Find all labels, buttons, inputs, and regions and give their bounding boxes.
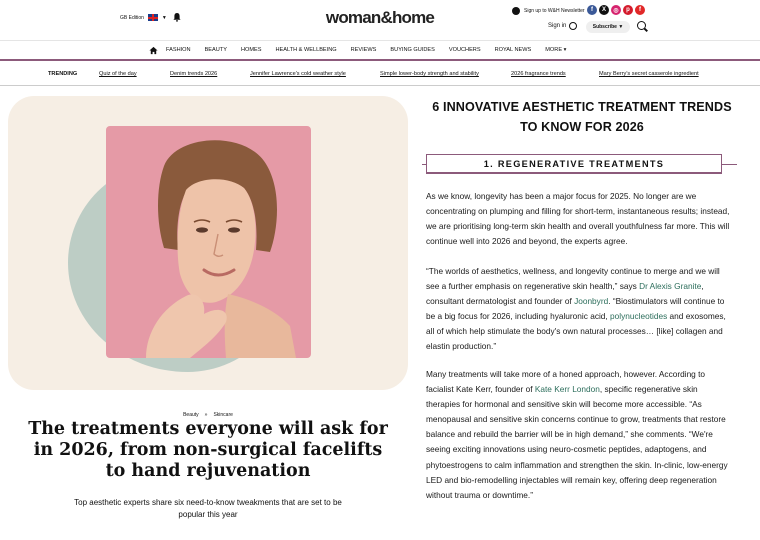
flipboard-icon[interactable]: f xyxy=(635,5,645,15)
sign-in-label: Sign in xyxy=(548,23,567,29)
chevron-down-icon: ▼ xyxy=(618,24,624,30)
trending-link[interactable]: 2026 fragrance trends xyxy=(511,71,566,77)
user-icon xyxy=(569,22,578,30)
hero-image xyxy=(8,96,408,390)
site-logo[interactable]: woman&home xyxy=(0,8,760,28)
main-nav: Fashion Beauty Homes Health & Wellbeing … xyxy=(0,40,760,61)
home-icon[interactable] xyxy=(149,46,158,55)
nav-item-reviews[interactable]: Reviews xyxy=(351,47,377,53)
article-section-title: 6 INNOVATIVE AESTHETIC TREATMENT TRENDS … xyxy=(432,100,732,134)
trending-label: TRENDING xyxy=(48,71,78,77)
search-icon[interactable] xyxy=(637,21,646,30)
article-headline: The treatments everyone will ask for in … xyxy=(28,419,388,481)
x-icon[interactable]: X xyxy=(599,5,609,15)
paragraph-3: Many treatments will take more of a hone… xyxy=(426,367,732,503)
breadcrumb: Beauty » Skincare xyxy=(0,412,416,418)
facebook-icon[interactable]: f xyxy=(587,5,597,15)
article-standfirst: Top aesthetic experts share six need-to-… xyxy=(74,498,342,519)
trending-bar: TRENDING Quiz of the day Denim trends 20… xyxy=(0,64,760,86)
nav-item-royal-news[interactable]: Royal News xyxy=(495,47,532,53)
site-header: GB Edition ▼ woman&home Sign up to W&H N… xyxy=(0,0,760,40)
social-links: f X ◎ p f xyxy=(587,5,645,15)
newsletter-label: Sign up to W&H Newsletter xyxy=(524,8,585,14)
trending-link[interactable]: Jennifer Lawrence's cold weather style xyxy=(250,71,346,77)
section-heading-box: 1. REGENERATIVE TREATMENTS xyxy=(422,154,737,174)
breadcrumb-skincare[interactable]: Skincare xyxy=(213,412,232,418)
breadcrumb-beauty[interactable]: Beauty xyxy=(183,412,199,418)
joonbyrd-link[interactable]: Joonbyrd xyxy=(574,296,608,306)
nav-item-more[interactable]: More ▾ xyxy=(545,47,566,53)
pinterest-icon[interactable]: p xyxy=(623,5,633,15)
breadcrumb-separator: » xyxy=(204,412,208,418)
nav-item-fashion[interactable]: Fashion xyxy=(166,47,191,53)
paragraph-2: “The worlds of aesthetics, wellness, and… xyxy=(426,264,732,355)
mail-icon xyxy=(512,7,520,15)
subscribe-button[interactable]: Subscribe ▼ xyxy=(586,21,630,33)
nav-item-vouchers[interactable]: Vouchers xyxy=(449,47,481,53)
newsletter-signup-link[interactable]: Sign up to W&H Newsletter xyxy=(512,7,585,15)
instagram-icon[interactable]: ◎ xyxy=(611,5,621,15)
dr-alexis-granite-link[interactable]: Dr Alexis Granite xyxy=(639,281,701,291)
subscribe-label: Subscribe xyxy=(592,24,617,30)
nav-item-homes[interactable]: Homes xyxy=(241,47,262,53)
nav-item-buying-guides[interactable]: Buying Guides xyxy=(390,47,434,53)
paragraph-text: , specific regenerative skin therapies f… xyxy=(426,384,728,500)
portrait-photo xyxy=(106,126,311,358)
polynucleotides-link[interactable]: polynucleotides xyxy=(610,311,667,321)
trending-link[interactable]: Mary Berry's secret casserole ingredient xyxy=(599,71,699,77)
kate-kerr-london-link[interactable]: Kate Kerr London xyxy=(535,384,600,394)
trending-link[interactable]: Denim trends 2026 xyxy=(170,71,217,77)
trending-link[interactable]: Simple lower-body strength and stability xyxy=(380,71,479,77)
paragraph-1: As we know, longevity has been a major f… xyxy=(426,191,730,247)
trending-link[interactable]: Quiz of the day xyxy=(99,71,137,77)
nav-item-health[interactable]: Health & Wellbeing xyxy=(275,47,336,53)
section-heading: 1. REGENERATIVE TREATMENTS xyxy=(483,159,665,169)
nav-item-beauty[interactable]: Beauty xyxy=(205,47,227,53)
sign-in-link[interactable]: Sign in xyxy=(548,22,578,30)
